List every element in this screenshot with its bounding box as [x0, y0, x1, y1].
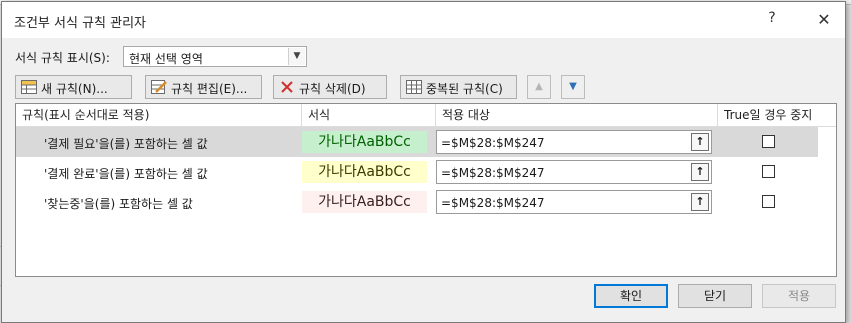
edit-rule-icon — [151, 80, 167, 94]
close-button[interactable]: 닫기 — [678, 284, 752, 308]
show-rules-select[interactable]: 현재 선택 영역 ▼ — [123, 46, 307, 67]
column-header-stop-if-true[interactable]: True일 경우 중지 — [718, 104, 836, 126]
rule-description: '결제 필요'을(를) 포함하는 셀 값 — [44, 137, 208, 151]
ok-button[interactable]: 확인 — [594, 284, 668, 308]
show-rules-value: 현재 선택 영역 — [129, 52, 203, 66]
column-header-applies-to[interactable]: 적용 대상 — [436, 104, 718, 126]
delete-rule-label: 규칙 삭제(D) — [299, 82, 366, 96]
move-up-button[interactable]: ▲ — [527, 75, 551, 99]
edit-rule-label: 규칙 편집(E)... — [171, 82, 248, 96]
duplicate-rule-icon — [406, 80, 422, 94]
help-button[interactable]: ? — [760, 10, 784, 30]
applies-to-input[interactable]: =$M$28:$M$247 ↑ — [436, 190, 712, 214]
new-rule-label: 새 규칙(N)... — [41, 82, 108, 96]
rule-description: '결제 완료'을(를) 포함하는 셀 값 — [44, 167, 208, 181]
column-header-format[interactable]: 서식 — [302, 104, 436, 126]
rule-row[interactable]: '찾는중'을(를) 포함하는 셀 값 가나다AaBbCc =$M$28:$M$247… — [16, 187, 818, 217]
collapse-dialog-icon[interactable]: ↑ — [691, 193, 709, 211]
applies-to-value: =$M$28:$M$247 — [441, 166, 545, 180]
stop-if-true-checkbox[interactable] — [762, 135, 775, 148]
chevron-down-icon[interactable]: ▼ — [288, 48, 305, 65]
new-rule-button[interactable]: 새 규칙(N)... — [15, 75, 132, 99]
applies-to-input[interactable]: =$M$28:$M$247 ↑ — [436, 160, 712, 184]
applies-to-input[interactable]: =$M$28:$M$247 ↑ — [436, 130, 712, 154]
move-down-button[interactable]: ▼ — [561, 75, 585, 99]
rule-description: '찾는중'을(를) 포함하는 셀 값 — [44, 197, 193, 211]
close-icon[interactable]: ✕ — [812, 10, 836, 30]
dialog-title: 조건부 서식 규칙 관리자 — [14, 16, 146, 31]
collapse-dialog-icon[interactable]: ↑ — [691, 133, 709, 151]
rules-list: 규칙(표시 순서대로 적용) 서식 적용 대상 True일 경우 중지 '결제 … — [15, 103, 837, 277]
format-preview: 가나다AaBbCc — [302, 191, 427, 213]
collapse-dialog-icon[interactable]: ↑ — [691, 163, 709, 181]
delete-x-icon — [281, 81, 293, 93]
conditional-formatting-rules-manager-dialog: 조건부 서식 규칙 관리자 ? ✕ 서식 규칙 표시(S): 현재 선택 영역 … — [1, 1, 846, 323]
delete-rule-button[interactable]: 규칙 삭제(D) — [273, 75, 387, 99]
duplicate-rule-label: 중복된 규칙(C) — [426, 82, 503, 96]
rules-toolbar: 새 규칙(N)... 규칙 편집(E)... 규칙 삭제(D) 중복된 규칙(C… — [15, 75, 837, 103]
format-preview: 가나다AaBbCc — [302, 161, 427, 183]
applies-to-value: =$M$28:$M$247 — [441, 136, 545, 150]
apply-button[interactable]: 적용 — [762, 284, 836, 308]
applies-to-value: =$M$28:$M$247 — [441, 196, 545, 210]
new-rule-icon — [21, 80, 37, 94]
rule-row[interactable]: '결제 필요'을(를) 포함하는 셀 값 가나다AaBbCc =$M$28:$M$2… — [16, 127, 818, 157]
column-header-rule[interactable]: 규칙(표시 순서대로 적용) — [16, 104, 302, 126]
show-rules-label: 서식 규칙 표시(S): — [15, 51, 110, 65]
edit-rule-button[interactable]: 규칙 편집(E)... — [145, 75, 262, 99]
rule-row[interactable]: '결제 완료'을(를) 포함하는 셀 값 가나다AaBbCc =$M$28:$M$2… — [16, 157, 818, 187]
title-bar[interactable]: 조건부 서식 규칙 관리자 ? ✕ — [2, 2, 845, 38]
duplicate-rule-button[interactable]: 중복된 규칙(C) — [400, 75, 517, 99]
stop-if-true-checkbox[interactable] — [762, 195, 775, 208]
format-preview: 가나다AaBbCc — [302, 131, 427, 153]
stop-if-true-checkbox[interactable] — [762, 165, 775, 178]
